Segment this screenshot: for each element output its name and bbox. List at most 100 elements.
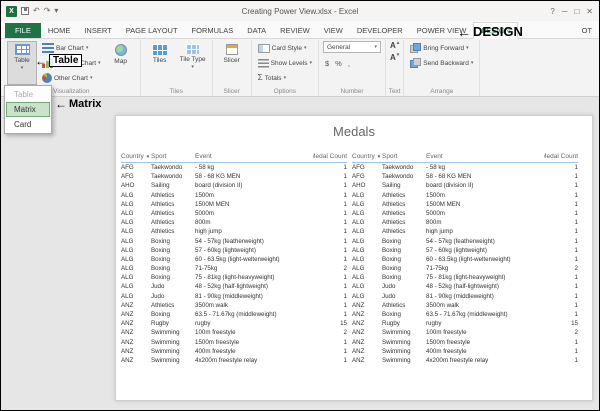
increase-font-button[interactable]: A ▴ <box>390 41 399 50</box>
report-title[interactable]: Medals <box>116 124 592 139</box>
table-annotation: ← Table <box>35 54 82 67</box>
column-header-label: Sport <box>151 153 167 160</box>
table-row: ANZSwimming400m freestyle1 <box>121 347 347 356</box>
help-icon[interactable]: ? <box>550 7 554 16</box>
table-cell: Boxing <box>151 310 193 319</box>
chevron-down-icon: ▾ <box>466 46 469 51</box>
tab-insert[interactable]: INSERT <box>77 23 118 38</box>
save-icon[interactable] <box>21 7 29 15</box>
totals-icon: Σ <box>258 74 263 82</box>
send-backward-button[interactable]: Send Backward ▾ <box>408 56 475 70</box>
table-button[interactable]: Table ▾ <box>7 41 37 85</box>
chevron-down-icon: ▾ <box>374 45 377 50</box>
map-button[interactable]: Map <box>106 41 136 85</box>
chevron-down-icon: ▾ <box>98 61 101 66</box>
font-increase-icon: A <box>390 41 396 50</box>
font-decrease-icon: A <box>390 53 396 62</box>
dropdown-item-matrix[interactable]: Matrix <box>6 102 50 117</box>
table-row: ALGAthletics800m1 <box>352 218 578 227</box>
column-header-sport[interactable]: Sport <box>151 153 193 160</box>
column-header-country[interactable]: Country▼ <box>352 153 380 160</box>
table-row: ANZSwimming1500m freestyle1 <box>121 338 347 347</box>
table-row: AHOSailingboard (division II)1 <box>121 181 347 190</box>
column-header-sport[interactable]: Sport <box>382 153 424 160</box>
table-cell: - 58 kg <box>426 163 542 172</box>
dropdown-item-table: Table <box>6 87 50 102</box>
tab-page-layout[interactable]: PAGE LAYOUT <box>119 23 185 38</box>
table-cell: ALG <box>121 292 149 301</box>
column-header-event[interactable]: Event <box>426 153 542 160</box>
group-label-tiles: Tiles <box>141 88 212 95</box>
tab-review[interactable]: REVIEW <box>273 23 317 38</box>
column-header-event[interactable]: Event <box>195 153 311 160</box>
table-cell: board (division II) <box>195 181 311 190</box>
table-row: ALGBoxing54 - 57kg (featherweight)1 <box>121 237 347 246</box>
tiles-button[interactable]: Tiles <box>145 41 175 85</box>
medals-table[interactable]: Country▼Sport EventMedal Count AFGTaekwon… <box>121 153 347 365</box>
table-cell: 1 <box>313 209 347 218</box>
tab-ot[interactable]: OT <box>575 23 599 38</box>
tab-data[interactable]: DATA <box>240 23 273 38</box>
table-row: ANZBoxing63.5 - 71.67kg (middleweight)1 <box>121 310 347 319</box>
decrease-font-button[interactable]: A ▾ <box>390 53 399 62</box>
currency-format-button[interactable]: $ <box>325 59 329 68</box>
column-header-country[interactable]: Country▼ <box>121 153 149 160</box>
show-levels-button[interactable]: Show Levels ▾ <box>256 56 314 70</box>
minimize-icon[interactable]: ─ <box>562 7 568 16</box>
bring-forward-icon <box>410 43 421 53</box>
close-icon[interactable]: ✕ <box>586 7 593 16</box>
tab-home[interactable]: HOME <box>41 23 78 38</box>
table-cell: 400m freestyle <box>426 347 542 356</box>
sort-indicator-icon: ▼ <box>146 154 149 159</box>
table-cell: Rugby <box>382 319 424 328</box>
up-arrow-icon: ▴ <box>397 41 400 46</box>
qat-customize-icon[interactable]: ▾ <box>54 7 58 15</box>
table-cell: ALG <box>121 237 149 246</box>
percent-format-button[interactable]: % <box>335 59 342 68</box>
table-cell: 1 <box>313 273 347 282</box>
redo-icon[interactable]: ↷ <box>44 7 51 15</box>
column-header-medal-count[interactable]: Medal Count <box>313 153 347 160</box>
table-row: ALGBoxing75 - 81kg (light-heavyweight)1 <box>352 273 578 282</box>
table-icon <box>15 44 30 55</box>
table-cell: Swimming <box>382 356 424 365</box>
table-cell: Boxing <box>151 264 193 273</box>
tile-type-button[interactable]: Tile Type ▾ <box>178 41 208 85</box>
tab-file[interactable]: FILE <box>5 23 41 38</box>
table-annotation-label: Table <box>49 54 82 67</box>
table-row: AFGTaekwondo- 58 kg1 <box>121 163 347 172</box>
maximize-icon[interactable]: □ <box>574 7 579 16</box>
table-cell: AFG <box>352 163 380 172</box>
table-cell: 1 <box>544 273 578 282</box>
table-cell: 1 <box>313 282 347 291</box>
slicer-button[interactable]: Slicer <box>217 41 247 85</box>
table-cell: ANZ <box>352 328 380 337</box>
table-cell: 100m freestyle <box>195 328 311 337</box>
card-style-button[interactable]: Card Style ▾ <box>256 41 314 55</box>
excel-logo-icon: X <box>6 6 17 17</box>
map-label: Map <box>114 58 127 65</box>
table-cell: 1 <box>313 255 347 264</box>
totals-button[interactable]: Σ Totals ▾ <box>256 71 314 85</box>
visualizations: Country▼SportEventMedal Count AFGTaekwon… <box>116 139 592 365</box>
medals-table[interactable]: Country▼SportEventMedal Count AFGTaekwon… <box>352 153 578 365</box>
tab-developer[interactable]: DEVELOPER <box>350 23 410 38</box>
number-format-select[interactable]: General ▾ <box>323 41 381 53</box>
table-cell: ALG <box>352 227 380 236</box>
tab-formulas[interactable]: FORMULAS <box>185 23 241 38</box>
column-header-medal-count[interactable]: Medal Count <box>544 153 578 160</box>
slicer-icon <box>226 44 238 55</box>
power-view-canvas[interactable]: Medals Country▼SportEventMedal Count AFG… <box>115 115 593 401</box>
comma-format-button[interactable]: , <box>348 59 350 68</box>
table-row: ALGJudo48 - 52kg (half-lightweight)1 <box>352 282 578 291</box>
table-cell: ALG <box>121 209 149 218</box>
table-cell: 5000m <box>426 209 542 218</box>
undo-icon[interactable]: ↶ <box>33 7 40 15</box>
bar-chart-button[interactable]: Bar Chart ▾ <box>40 41 103 55</box>
table-cell: Athletics <box>151 209 193 218</box>
tab-view[interactable]: VIEW <box>317 23 350 38</box>
other-chart-button[interactable]: Other Chart ▾ <box>40 71 103 85</box>
table-cell: 800m <box>426 218 542 227</box>
dropdown-item-card[interactable]: Card <box>6 117 50 132</box>
bring-forward-button[interactable]: Bring Forward ▾ <box>408 41 475 55</box>
